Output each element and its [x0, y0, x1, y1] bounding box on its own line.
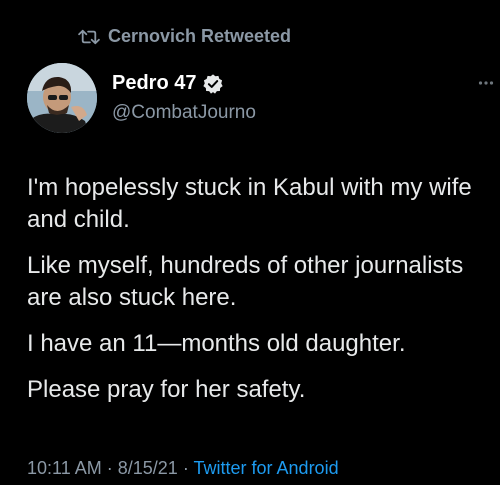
retweet-header[interactable]: Cernovich Retweeted [78, 26, 291, 47]
tweet-text: I'm hopelessly stuck in Kabul with my wi… [27, 172, 487, 420]
tweet-date[interactable]: 8/15/21 [118, 458, 178, 478]
author-name-row[interactable]: Pedro 47 [112, 72, 224, 95]
avatar-image [27, 63, 97, 133]
tweet-paragraph: I'm hopelessly stuck in Kabul with my wi… [27, 174, 472, 233]
author-name: Pedro 47 [112, 72, 197, 94]
tweet-paragraph: Like myself, hundreds of other journalis… [27, 252, 464, 311]
tweet-paragraph: Please pray for her safety. [27, 376, 306, 403]
avatar[interactable] [27, 63, 97, 133]
separator: · [106, 458, 113, 478]
retweet-icon [78, 29, 100, 44]
tweet-paragraph: I have an 11—months old daughter. [27, 330, 406, 357]
more-icon[interactable] [478, 80, 494, 86]
tweet-source-link[interactable]: Twitter for Android [194, 458, 339, 478]
separator: · [182, 458, 189, 478]
retweet-label: Cernovich Retweeted [108, 26, 292, 46]
author-handle[interactable]: @CombatJourno [112, 102, 256, 124]
verified-icon [203, 73, 224, 94]
tweet-metadata: 10:11 AM · 8/15/21 · Twitter for Android [27, 458, 339, 479]
tweet-time[interactable]: 10:11 AM [27, 458, 102, 478]
